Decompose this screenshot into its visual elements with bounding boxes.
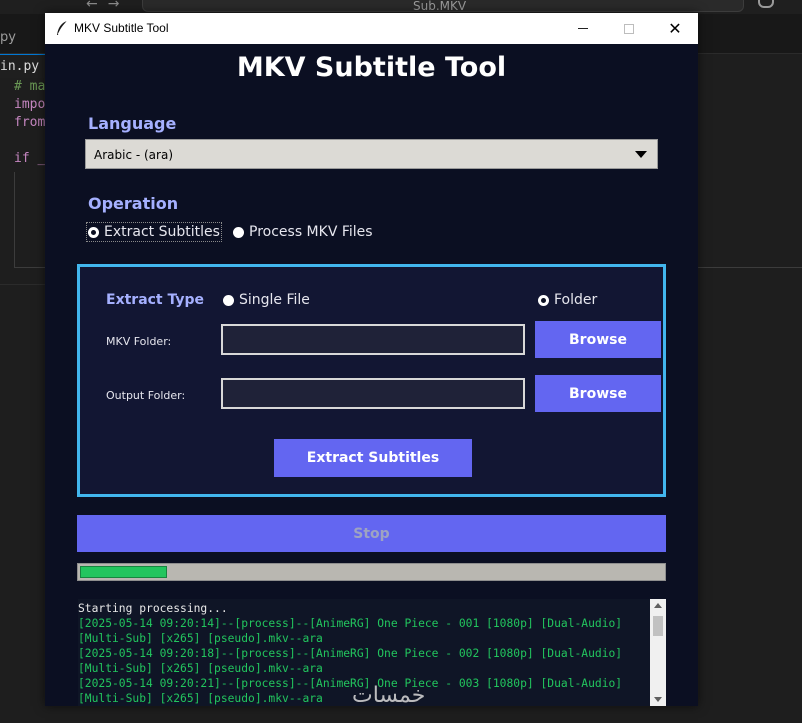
log-line: [2025-05-14 09:20:14]--[process]--[Anime… xyxy=(78,617,623,630)
copilot-icon[interactable] xyxy=(758,0,774,8)
code-line: from xyxy=(14,115,46,130)
editor-divider xyxy=(0,284,46,285)
extract-type-label: Extract Type xyxy=(106,292,205,308)
radio-single-file[interactable]: Single File xyxy=(223,292,310,308)
language-select[interactable]: Arabic - (ara) xyxy=(85,139,658,169)
minimize-icon xyxy=(578,28,588,29)
radio-extract-subtitles-label: Extract Subtitles xyxy=(104,224,220,240)
log-line: Starting processing... xyxy=(78,602,228,615)
editor-panel-right xyxy=(698,172,802,268)
scroll-thumb[interactable] xyxy=(653,616,663,636)
page-title: MKV Subtitle Tool xyxy=(236,52,507,83)
output-folder-label: Output Folder: xyxy=(106,389,186,402)
radio-folder-label: Folder xyxy=(554,292,598,308)
maximize-button[interactable] xyxy=(606,13,652,44)
radio-process-mkv-files[interactable]: Process MKV Files xyxy=(233,224,373,240)
radio-extract-subtitles[interactable]: Extract Subtitles xyxy=(86,222,222,242)
radio-single-file-label: Single File xyxy=(239,292,310,308)
scroll-down-icon[interactable] xyxy=(654,697,662,702)
log-line: [2025-05-14 09:20:18]--[process]--[Anime… xyxy=(78,647,623,660)
code-line: # ma xyxy=(14,79,46,94)
editor-active-tab[interactable]: in.py xyxy=(0,54,46,78)
code-line: impo xyxy=(14,97,46,112)
language-select-value: Arabic - (ara) xyxy=(94,148,174,162)
window-titlebar[interactable]: MKV Subtitle Tool ✕ xyxy=(45,13,698,44)
close-button[interactable]: ✕ xyxy=(652,13,698,44)
stop-button[interactable]: Stop xyxy=(77,515,666,552)
browse-output-folder-button[interactable]: Browse xyxy=(535,375,661,412)
editor-search-text: Sub.MKV xyxy=(413,0,467,13)
log-scrollbar[interactable] xyxy=(650,599,666,706)
radio-unselected-icon[interactable] xyxy=(223,294,234,306)
code-line: if _ xyxy=(14,151,46,166)
progress-fill xyxy=(80,566,167,578)
output-folder-input[interactable] xyxy=(221,378,525,409)
extract-subtitles-button[interactable]: Extract Subtitles xyxy=(274,439,472,477)
language-label: Language xyxy=(88,114,177,133)
operation-label: Operation xyxy=(88,194,179,213)
maximize-icon xyxy=(624,23,634,34)
mkv-folder-label: MKV Folder: xyxy=(106,335,172,348)
extract-options-panel: Extract Type Single File Folder MKV Fold… xyxy=(77,264,666,497)
editor-tab-label[interactable]: py xyxy=(0,30,16,45)
scroll-up-icon[interactable] xyxy=(654,603,662,608)
editor-nav-arrows[interactable]: ←→ xyxy=(86,0,129,12)
app-window: MKV Subtitle Tool ✕ MKV Subtitle Tool La… xyxy=(45,13,698,706)
radio-process-mkv-files-label: Process MKV Files xyxy=(249,224,373,240)
radio-selected-icon[interactable] xyxy=(88,226,99,238)
browse-mkv-folder-button[interactable]: Browse xyxy=(535,321,661,358)
window-title: MKV Subtitle Tool xyxy=(74,21,169,35)
chevron-down-icon[interactable] xyxy=(635,151,647,158)
editor-search-box[interactable]: Sub.MKV xyxy=(142,0,744,13)
close-icon: ✕ xyxy=(668,19,682,38)
radio-folder[interactable]: Folder xyxy=(538,292,597,308)
back-arrow-icon[interactable]: ← xyxy=(86,0,108,12)
minimize-button[interactable] xyxy=(560,13,606,44)
forward-arrow-icon[interactable]: → xyxy=(108,0,130,12)
radio-selected-icon[interactable] xyxy=(538,294,549,306)
radio-unselected-icon[interactable] xyxy=(233,226,244,238)
progress-bar xyxy=(77,563,666,581)
log-line: [Multi-Sub] [x265] [pseudo].mkv--ara xyxy=(78,662,323,675)
feather-icon xyxy=(57,20,68,35)
watermark-logo: خمسات xyxy=(352,683,426,708)
editor-code: # ma impo from if _ xyxy=(14,78,45,168)
mkv-folder-input[interactable] xyxy=(221,324,525,355)
editor-active-tab-label: in.py xyxy=(0,59,40,74)
log-line: [Multi-Sub] [x265] [pseudo].mkv--ara xyxy=(78,632,323,645)
